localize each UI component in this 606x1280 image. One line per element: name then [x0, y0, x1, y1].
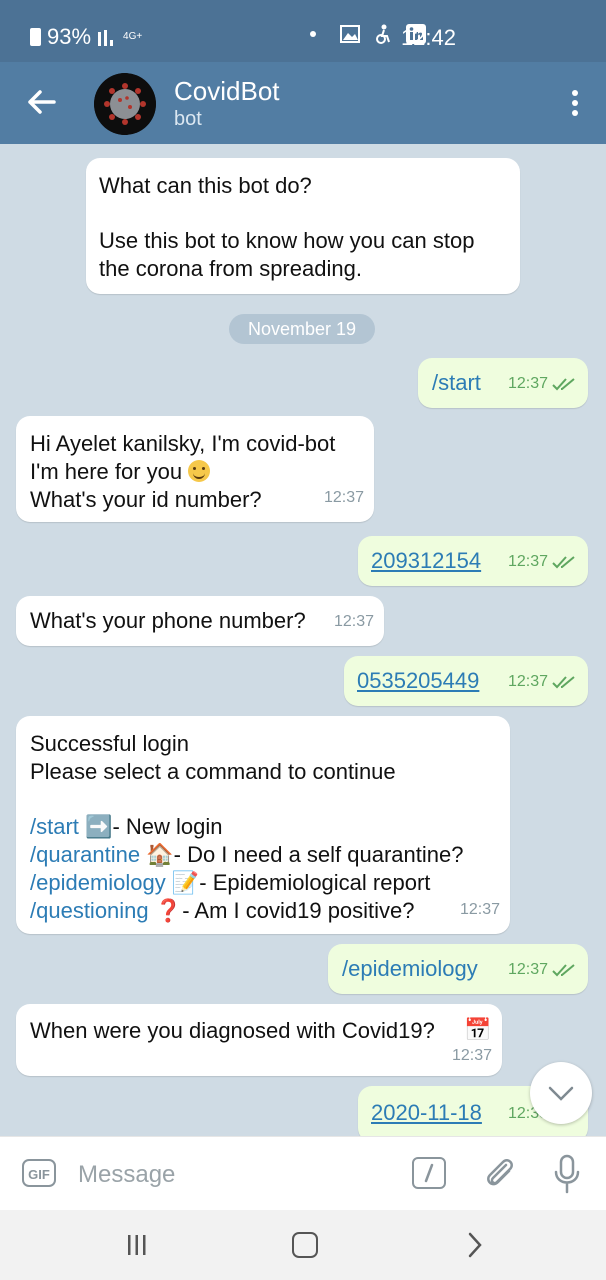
avatar[interactable]	[94, 73, 156, 135]
message-time: 12:37	[507, 375, 548, 392]
chat-subtitle: bot	[174, 108, 202, 130]
message-outgoing[interactable]: 209312154 12:37	[358, 536, 588, 586]
command-link[interactable]: /quarantine	[30, 842, 140, 867]
message-line: Hi Ayelet kanilsky, I'm covid-bot	[30, 431, 336, 456]
question-mark-emoji-icon: ❓	[154, 898, 183, 923]
notification-dot-icon	[310, 31, 316, 37]
command-link[interactable]: /start	[30, 814, 79, 839]
command-row: /epidemiology 📝- Epidemiological report	[30, 869, 496, 897]
gif-button[interactable]: GIF	[22, 1159, 56, 1187]
bot-description-heading: What can this bot do?	[99, 173, 312, 198]
battery-level: 93%	[47, 24, 92, 49]
message-time: 12:37	[507, 961, 548, 978]
message-meta: 12:37	[334, 608, 374, 636]
message-time: 12:37	[459, 901, 500, 918]
system-nav-bar	[0, 1210, 606, 1280]
system-back-icon[interactable]	[466, 1232, 484, 1258]
message-text[interactable]: 2020-11-18	[371, 1099, 482, 1127]
chat-area[interactable]: What can this bot do? Use this bot to kn…	[0, 144, 606, 1136]
command-description: - New login	[112, 814, 223, 839]
message-text[interactable]: 209312154	[371, 547, 481, 575]
message-line: I'm here for you	[30, 459, 183, 484]
message-time: 12:37	[333, 613, 374, 630]
command-link[interactable]: /epidemiology	[30, 870, 166, 895]
status-bar: 93% 4G+ 12:42	[0, 0, 606, 62]
message-text[interactable]: 0535205449	[357, 667, 479, 695]
message-meta: 12:37	[508, 548, 576, 576]
command-row: /quarantine 🏠- Do I need a self quaranti…	[30, 841, 496, 869]
house-emoji-icon: 🏠	[146, 842, 174, 867]
message-meta: 12:37	[508, 668, 576, 696]
more-options-icon[interactable]	[570, 90, 580, 120]
message-incoming[interactable]: When were you diagnosed with Covid19? 📅 …	[16, 1004, 502, 1076]
arrow-right-emoji-icon: ➡️	[85, 814, 113, 839]
memo-emoji-icon: 📝	[171, 870, 200, 895]
message-meta: 12:37	[508, 956, 576, 984]
message-meta: 12:37	[508, 370, 576, 398]
double-check-icon	[552, 676, 575, 689]
virus-icon	[94, 73, 156, 135]
message-time: 12:37	[323, 489, 364, 506]
back-arrow-icon[interactable]	[26, 82, 60, 122]
message-text: What's your phone number?	[30, 608, 306, 633]
chevron-down-icon	[548, 1086, 574, 1101]
message-text: When were you diagnosed with Covid19?	[30, 1018, 435, 1043]
home-icon[interactable]	[292, 1232, 318, 1258]
message-meta: 12:37	[324, 484, 364, 512]
chat-header: CovidBot bot	[0, 62, 606, 144]
message-line-wrap: I'm here for you	[30, 458, 360, 486]
message-time: 12:37	[507, 673, 548, 690]
bot-description-line1: Use this bot to know how you can stop	[99, 228, 475, 253]
chat-title[interactable]: CovidBot	[174, 76, 280, 107]
command-description: - Epidemiological report	[199, 870, 431, 895]
paperclip-icon[interactable]	[482, 1155, 518, 1193]
bot-description-card: What can this bot do? Use this bot to kn…	[86, 158, 520, 294]
command-description: - Am I covid19 positive?	[182, 898, 415, 923]
message-meta: 12:37	[452, 1042, 492, 1070]
date-separator: November 19	[229, 314, 375, 344]
scroll-down-button[interactable]	[530, 1062, 592, 1124]
message-input[interactable]	[76, 1153, 390, 1197]
gallery-icon	[340, 25, 360, 43]
message-time: 12:37	[507, 553, 548, 570]
message-text: /start	[432, 370, 481, 395]
double-check-icon	[552, 964, 575, 977]
clock: 12:42	[400, 25, 456, 50]
slash-icon	[424, 1163, 434, 1183]
message-incoming[interactable]: Hi Ayelet kanilsky, I'm covid-bot I'm he…	[16, 416, 374, 522]
message-line: Please select a command to continue	[30, 759, 396, 784]
command-description: - Do I need a self quarantine?	[173, 842, 464, 867]
calendar-emoji-icon: 📅	[464, 1017, 492, 1042]
message-outgoing[interactable]: /epidemiology 12:37	[328, 944, 588, 994]
microphone-icon[interactable]	[552, 1153, 582, 1195]
message-time: 12:37	[451, 1047, 492, 1064]
bot-description-line2: the corona from spreading.	[99, 256, 362, 281]
network-type: 4G+	[123, 31, 143, 42]
command-row: /start ➡️- New login	[30, 813, 496, 841]
command-row: /questioning ❓- Am I covid19 positive?	[30, 897, 496, 925]
double-check-icon	[552, 378, 575, 391]
bot-commands-button[interactable]	[412, 1157, 446, 1189]
message-meta: 12:37	[460, 896, 500, 924]
status-left: 93% 4G+	[30, 24, 142, 50]
message-input-bar: GIF	[0, 1136, 606, 1211]
message-outgoing[interactable]: 0535205449 12:37	[344, 656, 588, 706]
accessibility-icon	[376, 24, 390, 44]
double-check-icon	[552, 556, 575, 569]
message-incoming[interactable]: Successful login Please select a command…	[16, 716, 510, 934]
message-line: Successful login	[30, 731, 189, 756]
battery-icon	[30, 28, 41, 46]
command-link[interactable]: /questioning	[30, 898, 149, 923]
message-text: /epidemiology	[342, 956, 478, 981]
message-incoming[interactable]: What's your phone number? 12:37	[16, 596, 384, 646]
message-outgoing[interactable]: /start 12:37	[418, 358, 588, 408]
smile-emoji-icon	[188, 460, 211, 482]
signal-icon	[98, 30, 114, 46]
recent-apps-icon[interactable]	[126, 1234, 148, 1256]
message-line: What's your id number?	[30, 487, 262, 512]
